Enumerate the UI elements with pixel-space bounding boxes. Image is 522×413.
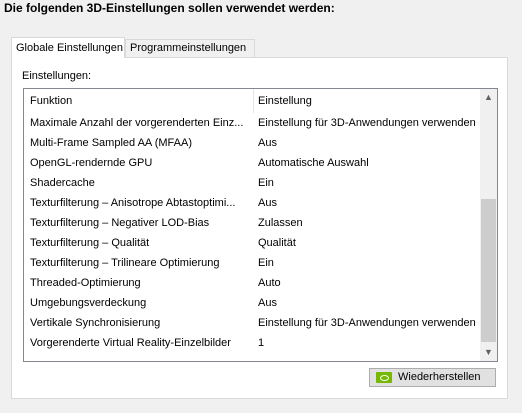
page-heading: Die folgenden 3D-Einstellungen sollen ve… bbox=[4, 1, 335, 15]
column-header-setting[interactable]: Einstellung bbox=[258, 89, 312, 113]
setting-cell[interactable]: Ein bbox=[258, 173, 274, 193]
setting-cell[interactable]: Aus bbox=[258, 293, 277, 313]
settings-label: Einstellungen: bbox=[22, 70, 92, 82]
scroll-down-arrow-icon[interactable]: ▼ bbox=[480, 344, 497, 361]
function-cell: Texturfilterung – Trilineare Optimierung bbox=[30, 257, 220, 269]
function-cell: Texturfilterung – Negativer LOD-Bias bbox=[30, 217, 210, 229]
nvidia-logo-icon bbox=[376, 372, 392, 383]
function-cell: OpenGL-rendernde GPU bbox=[30, 157, 153, 169]
table-row[interactable]: Vertikale Synchronisierung Einstellung fü… bbox=[24, 313, 481, 333]
table-row[interactable]: Threaded-Optimierung Auto bbox=[24, 273, 481, 293]
table-row[interactable]: Umgebungsverdeckung Aus bbox=[24, 293, 481, 313]
table-row[interactable]: Texturfilterung – Negativer LOD-Bias Zula… bbox=[24, 213, 481, 233]
function-cell: Vorgerenderte Virtual Reality-Einzelbild… bbox=[30, 337, 231, 349]
function-cell: Vertikale Synchronisierung bbox=[30, 317, 161, 329]
tab-program-settings[interactable]: Programmeinstellungen bbox=[125, 39, 255, 57]
table-row[interactable]: Multi-Frame Sampled AA (MFAA) Aus bbox=[24, 133, 481, 153]
setting-cell[interactable]: Aus bbox=[258, 193, 277, 213]
scrollbar-thumb[interactable] bbox=[481, 199, 496, 342]
table-row[interactable]: Maximale Anzahl der vorgerenderten Einz.… bbox=[24, 113, 481, 133]
function-cell: Umgebungsverdeckung bbox=[30, 297, 147, 309]
tab-global-settings[interactable]: Globale Einstellungen bbox=[11, 37, 125, 58]
function-cell: Threaded-Optimierung bbox=[30, 277, 141, 289]
table-row[interactable]: Texturfilterung – Trilineare Optimierung… bbox=[24, 253, 481, 273]
setting-cell[interactable]: Zulassen bbox=[258, 213, 303, 233]
setting-cell[interactable]: Qualität bbox=[258, 233, 296, 253]
table-row[interactable]: Shadercache Ein bbox=[24, 173, 481, 193]
settings-panel: Einstellungen: Funktion Einstellung Maxi… bbox=[11, 57, 508, 399]
restore-button-label: Wiederherstellen bbox=[398, 371, 481, 383]
function-cell: Texturfilterung – Anisotrope Abtastoptim… bbox=[30, 197, 236, 209]
column-separator[interactable] bbox=[253, 89, 254, 113]
vertical-scrollbar[interactable]: ▲ ▼ bbox=[480, 89, 497, 361]
function-cell: Texturfilterung – Qualität bbox=[30, 237, 150, 249]
setting-cell[interactable]: Aus bbox=[258, 133, 277, 153]
column-header-function[interactable]: Funktion bbox=[30, 89, 72, 113]
function-cell: Multi-Frame Sampled AA (MFAA) bbox=[30, 137, 192, 149]
settings-list: Funktion Einstellung Maximale Anzahl der… bbox=[23, 88, 498, 362]
setting-cell[interactable]: Einstellung für 3D-Anwendungen verwenden bbox=[258, 113, 476, 133]
settings-rows: Maximale Anzahl der vorgerenderten Einz.… bbox=[24, 113, 481, 353]
function-cell: Maximale Anzahl der vorgerenderten Einz.… bbox=[30, 117, 244, 129]
table-row[interactable]: Vorgerenderte Virtual Reality-Einzelbild… bbox=[24, 333, 481, 353]
setting-cell[interactable]: Auto bbox=[258, 273, 281, 293]
setting-cell[interactable]: Einstellung für 3D-Anwendungen verwenden bbox=[258, 313, 476, 333]
setting-cell[interactable]: Ein bbox=[258, 253, 274, 273]
table-row[interactable]: OpenGL-rendernde GPU Automatische Auswahl bbox=[24, 153, 481, 173]
function-cell: Shadercache bbox=[30, 177, 95, 189]
setting-cell[interactable]: Automatische Auswahl bbox=[258, 153, 369, 173]
scroll-up-arrow-icon[interactable]: ▲ bbox=[480, 89, 497, 106]
restore-button[interactable]: Wiederherstellen bbox=[369, 368, 496, 387]
table-row[interactable]: Texturfilterung – Anisotrope Abtastoptim… bbox=[24, 193, 481, 213]
setting-cell[interactable]: 1 bbox=[258, 333, 264, 353]
table-row[interactable]: Texturfilterung – Qualität Qualität bbox=[24, 233, 481, 253]
list-header: Funktion Einstellung bbox=[24, 89, 481, 113]
